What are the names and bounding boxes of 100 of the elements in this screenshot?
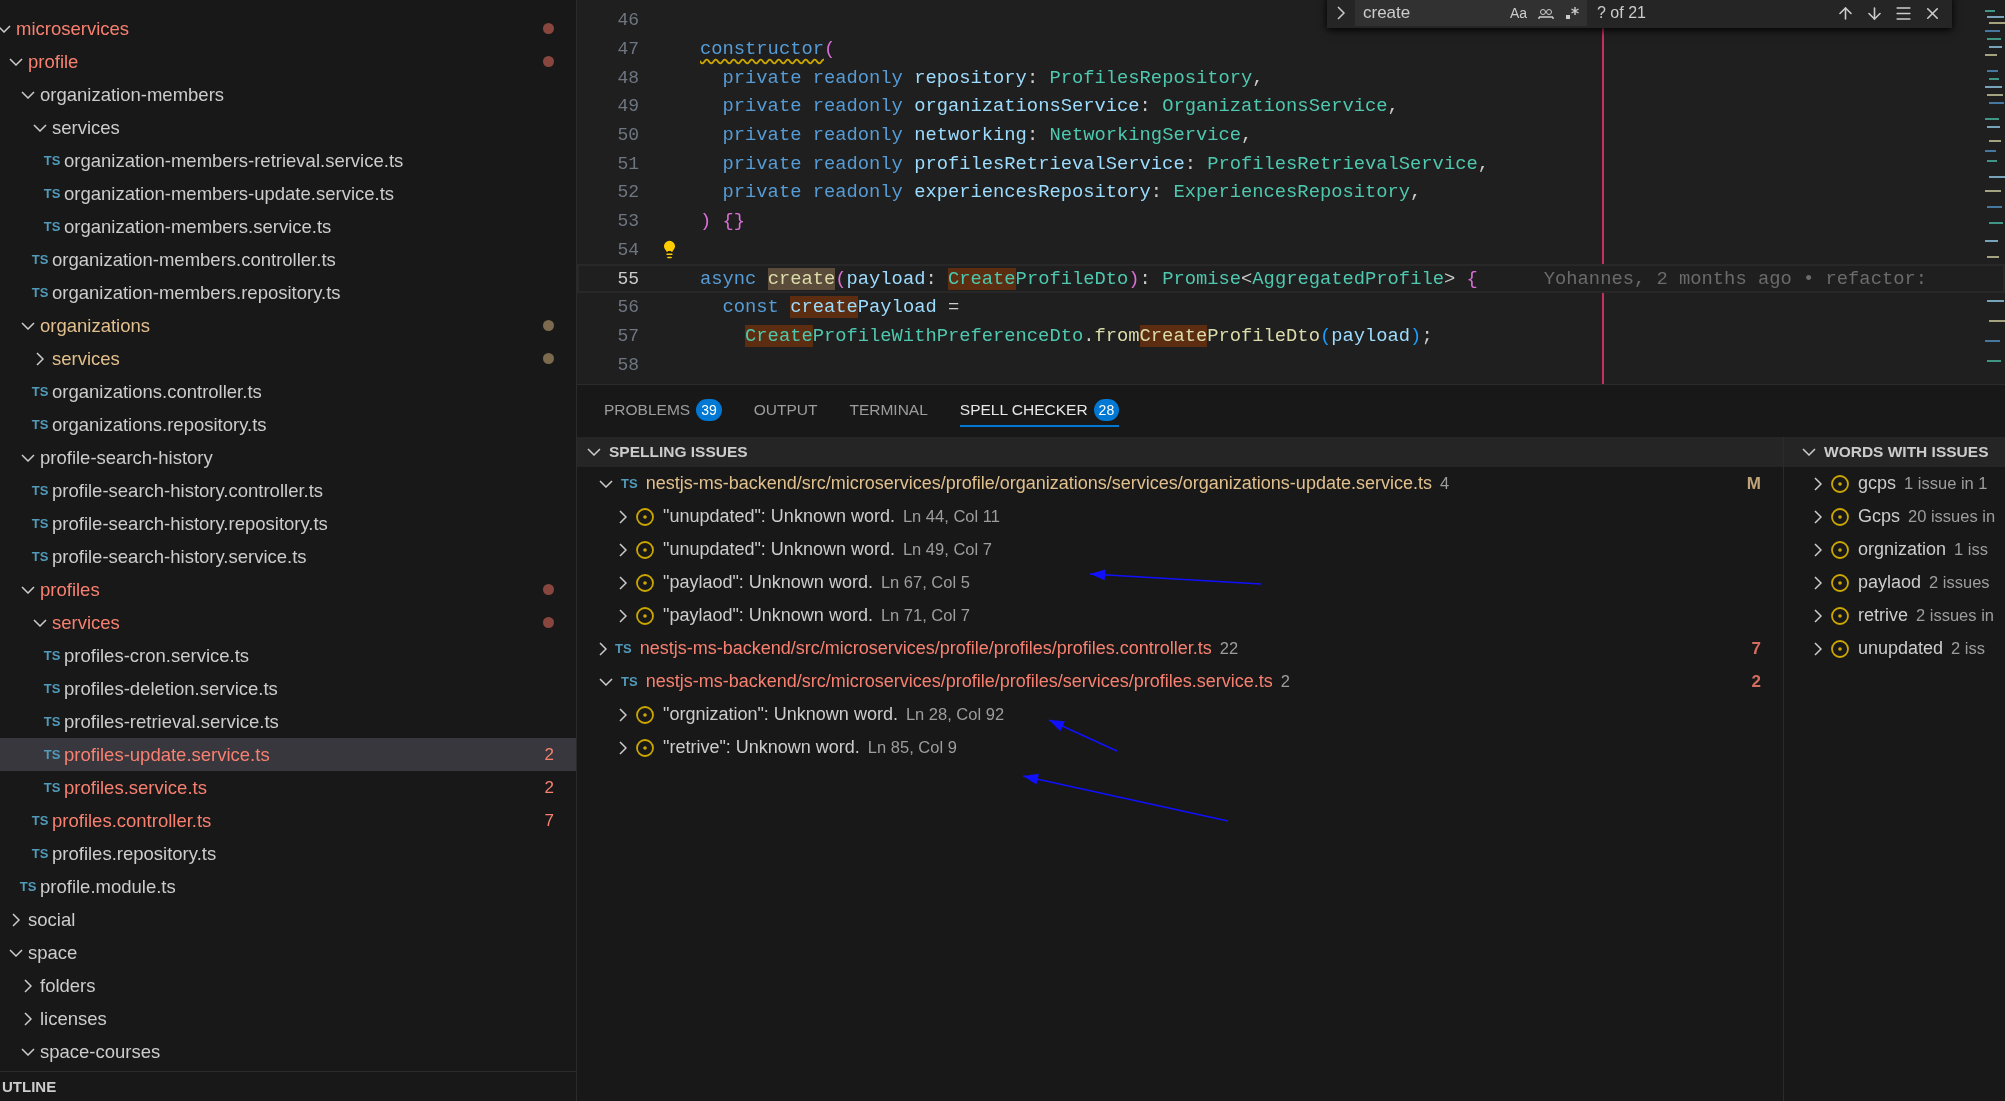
find-result-count: ? of 21 [1597,4,1646,22]
tree-item[interactable]: TS organizations.repository.ts [0,408,576,441]
tree-item[interactable]: TS organization-members-update.service.ts [0,177,576,210]
typescript-icon: TS [31,252,49,267]
tree-item[interactable]: TS profiles-deletion.service.ts [0,672,576,705]
issue-row[interactable]: "paylaod": Unknown word. Ln 67, Col 5 [577,566,1783,599]
issue-count: 22 [1219,639,1239,658]
tree-item[interactable]: TS profiles-retrieval.service.ts [0,705,576,738]
file-row[interactable]: TS nestjs-ms-backend/src/microservices/profile/organizations/services/organizations-update.service.ts 4 M [577,467,1783,500]
typescript-icon: TS [31,516,49,531]
typescript-icon: TS [43,714,61,729]
line-number: 51 [616,153,639,174]
tree-item[interactable]: TS profiles-cron.service.ts [0,639,576,672]
panel-tab[interactable]: PROBLEMS 39 [604,395,722,427]
tree-item-label: services [52,116,121,139]
word-row[interactable]: unupdated 2 iss [1784,632,2005,665]
tree-item[interactable]: TS profiles.repository.ts [0,837,576,870]
tree-item[interactable]: space-courses [0,1035,576,1068]
tree-item-label: services [52,611,121,634]
chevron-right-icon [1814,608,1822,623]
tree-item[interactable]: organization-members [0,78,576,111]
issue-message: "unupdated": Unknown word. [663,506,895,527]
typescript-icon: TS [621,476,638,491]
issue-row[interactable]: "unupdated": Unknown word. Ln 49, Col 7 [577,533,1783,566]
issue-row[interactable]: "orgnization": Unknown word. Ln 28, Col 92 [577,698,1783,731]
tree-item[interactable]: TS organizations.controller.ts [0,375,576,408]
line-number: 54 [616,239,639,260]
tree-item[interactable]: licenses [0,1002,576,1035]
word-row[interactable]: gcps 1 issue in 1 [1784,467,2005,500]
tree-item-label: profile-search-history.controller.ts [52,479,325,502]
tree-item[interactable]: profile-search-history [0,441,576,474]
tree-item[interactable]: TS organization-members-retrieval.service.ts [0,144,576,177]
word-label: orgnization [1858,539,1947,560]
tree-item[interactable]: organizations [0,309,576,342]
issue-row[interactable]: "retrive": Unknown word. Ln 85, Col 9 [577,731,1783,764]
tree-item[interactable]: TS profile-search-history.service.ts [0,540,576,573]
code-line: private readonly repository: ProfilesRepository, [721,66,1264,89]
line-number: 55 [616,268,639,289]
tree-item[interactable]: microservices [0,12,576,45]
info-circle-icon [1830,605,1850,626]
tree-item-label: profiles-cron.service.ts [64,644,251,667]
tree-item[interactable]: TS profile-search-history.controller.ts [0,474,576,507]
file-row[interactable]: TS nestjs-ms-backend/src/microservices/profile/profiles/profiles.controller.ts 22 7 [577,632,1783,665]
word-row[interactable]: retrive 2 issues in [1784,599,2005,632]
tree-item[interactable]: TS organization-members.service.ts [0,210,576,243]
section-header[interactable]: WORDS WITH ISSUES [1784,437,2005,467]
tree-item[interactable]: TS organization-members.repository.ts [0,276,576,309]
section-header[interactable]: SPELLING ISSUES [577,437,1783,467]
chevron-right-icon [1814,476,1822,491]
tree-item-label: microservices [16,17,131,40]
chevron-right-icon [1814,509,1822,524]
tree-item[interactable]: profiles [0,573,576,606]
line-number: 48 [616,67,639,88]
panel-tab[interactable]: TERMINAL [849,395,928,427]
find-input[interactable]: create Aa [1355,0,1587,26]
word-row[interactable]: paylaod 2 issues [1784,566,2005,599]
tree-item-label: space-courses [40,1040,162,1063]
issue-location: Ln 44, Col 11 [902,507,1000,526]
word-row[interactable]: orgnization 1 iss [1784,533,2005,566]
tree-item[interactable]: space [0,936,576,969]
file-row[interactable]: TS nestjs-ms-backend/src/microservices/profile/profiles/services/profiles.service.ts 2 2 [577,665,1783,698]
panel-tab[interactable]: SPELL CHECKER 28 [959,395,1120,427]
word-row[interactable]: Gcps 20 issues in [1784,500,2005,533]
tree-item[interactable]: TS profile-search-history.repository.ts [0,507,576,540]
issue-message: "retrive": Unknown word. [663,737,860,758]
problem-count: 2 [544,777,554,798]
panel-tab[interactable]: OUTPUT [753,395,818,427]
tree-item-label: profiles.repository.ts [52,842,218,865]
tree-item-label: organization-members.controller.ts [52,248,337,271]
typescript-icon: TS [31,813,49,828]
line-number: 50 [616,125,639,146]
tree-item-label: organizations.repository.ts [52,413,268,436]
typescript-icon: TS [31,384,49,399]
tree-item[interactable]: TS profiles.controller.ts 7 [0,804,576,837]
tree-item[interactable]: services [0,606,576,639]
tree-item[interactable]: TS profile.module.ts [0,870,576,903]
issue-message: "orgnization": Unknown word. [663,704,898,725]
info-circle-icon [635,572,655,593]
tree-item-label: profiles-retrieval.service.ts [64,710,280,733]
word-detail: 20 issues in [1908,507,1996,526]
regex-icon[interactable] [1565,5,1579,21]
tree-item[interactable]: profile [0,45,576,78]
tree-item[interactable]: social [0,903,576,936]
tree-item-label: organization-members-update.service.ts [64,182,396,205]
tree-item-label: profile.module.ts [40,875,177,898]
tree-item-label: organization-members.service.ts [64,215,333,238]
issue-row[interactable]: "paylaod": Unknown word. Ln 71, Col 7 [577,599,1783,632]
tree-item[interactable]: services [0,342,576,375]
tree-item-label: profiles-update.service.ts [64,743,271,766]
issue-row[interactable]: "unupdated": Unknown word. Ln 44, Col 11 [577,500,1783,533]
tree-item[interactable]: TS profiles-update.service.ts 2 [0,738,576,771]
word-detail: 2 issues in [1916,606,1994,625]
chevron-right-icon [619,707,627,722]
issue-location: Ln 71, Col 7 [880,606,970,625]
match-case-toggle[interactable]: Aa [1509,5,1527,21]
tree-item[interactable]: TS profiles.service.ts 2 [0,771,576,804]
tree-item[interactable]: services [0,111,576,144]
tree-item[interactable]: folders [0,969,576,1002]
tree-item[interactable]: TS organization-members.controller.ts [0,243,576,276]
outline-header[interactable]: UTLINE [2,1078,57,1095]
